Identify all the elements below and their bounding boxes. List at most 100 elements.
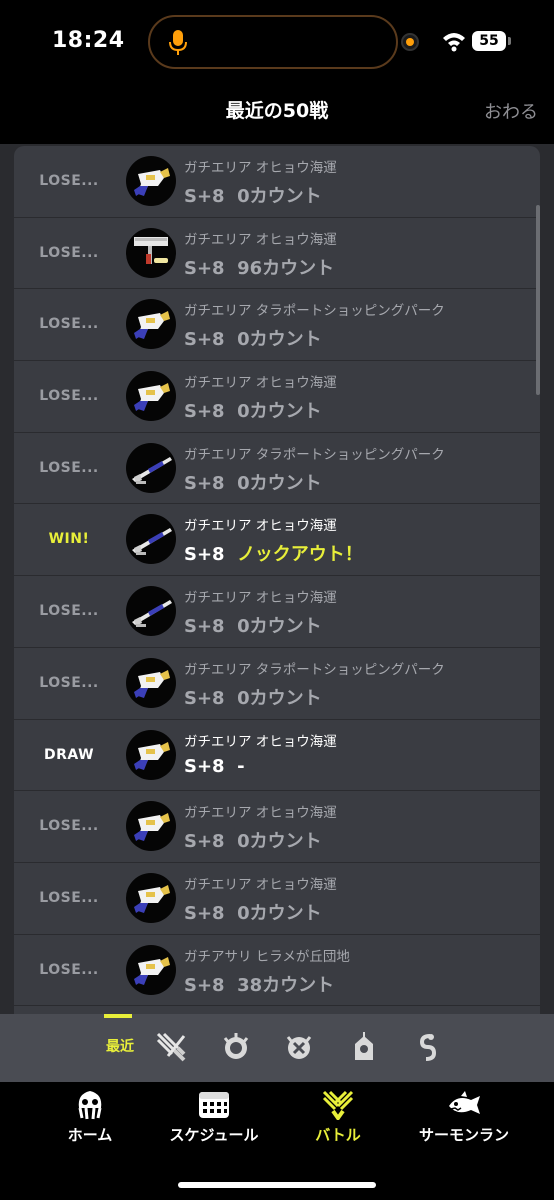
score-label: 0カウント	[237, 831, 322, 853]
battle-row[interactable]: LOSE... ガチエリア タラポートショッピングパーク S+8 0カウント	[14, 433, 540, 505]
nav-item-schedule[interactable]: スケジュール	[154, 1090, 274, 1145]
rank-label: S+8	[184, 687, 225, 709]
nav-item-home[interactable]: ホーム	[30, 1090, 150, 1145]
battle-result: LOSE...	[39, 459, 99, 476]
nav-label: サーモンラン	[418, 1126, 509, 1144]
rank-label: S+8	[184, 616, 225, 638]
battle-icon	[322, 1090, 354, 1120]
charger-icon	[126, 514, 176, 565]
rank-score-line: S+8 0カウント	[184, 612, 322, 638]
score-label: 0カウント	[237, 687, 322, 709]
rank-score-line: S+8 0カウント	[184, 397, 322, 423]
page-title: 最近の50戦	[225, 100, 329, 122]
splattershot-icon	[126, 299, 176, 350]
splattershot-icon	[126, 729, 176, 780]
battle-row[interactable]: LOSE... ガチエリア オヒョウ海運 S+8 0カウント	[14, 863, 540, 935]
status-bar: 18:24 55	[0, 0, 554, 84]
battle-list[interactable]: LOSE... ガチエリア オヒョウ海運 S+8 0カウント LOSE... ガチエリア…	[14, 146, 540, 1014]
battle-row[interactable]: LOSE... ガチエリア オヒョウ海運 S+8 0カウント	[14, 791, 540, 863]
mode-stage-label: ガチエリア オヒョウ海運	[184, 733, 337, 750]
splattershot-icon	[126, 944, 176, 995]
rank-score-line: S+8 0カウント	[184, 899, 322, 925]
rank-label: S+8	[184, 544, 225, 566]
rank-score-line: S+8 0カウント	[184, 827, 322, 853]
battle-row[interactable]: LOSE... ガチエリア オヒョウ海運 S+8 96カウント	[14, 218, 540, 290]
battle-row[interactable]: LOSE... ガチエリア オヒョウ海運 S+8 0カウント	[14, 146, 540, 218]
squid-icon	[78, 1091, 102, 1120]
rank-label: S+8	[184, 401, 225, 423]
score-label: 0カウント	[237, 186, 322, 207]
score-label: 0カウント	[237, 902, 322, 924]
score-label: 38カウント	[237, 974, 335, 996]
battle-result: LOSE...	[39, 961, 99, 978]
score-label: 96カウント	[237, 257, 335, 279]
rank-score-line: S+8 96カウント	[184, 254, 334, 280]
battle-result: LOSE...	[39, 388, 99, 405]
score-label: ノックアウト！	[237, 544, 363, 566]
calendar-icon	[199, 1092, 229, 1118]
battle-row[interactable]: LOSE... ガチエリア オヒョウ海運 S+8 0カウント	[14, 361, 540, 433]
salmon-icon	[449, 1091, 480, 1114]
battle-row[interactable]: LOSE... ガチエリア タラポートショッピングパーク S+8 0カウント	[14, 648, 540, 720]
battle-row[interactable]: DRAW ガチエリア オヒョウ海運 S+8 -	[14, 720, 540, 792]
splattershot-icon	[126, 872, 176, 923]
charger-icon	[126, 586, 176, 637]
rank-label: S+8	[184, 755, 225, 777]
mode-stage-label: ガチアサリ ヒラメが丘団地	[184, 948, 350, 965]
rank-score-line: S+8 0カウント	[184, 469, 322, 495]
battle-result: LOSE...	[39, 818, 99, 835]
mode-stage-label: ガチエリア オヒョウ海運	[184, 160, 337, 176]
mode-stage-label: ガチエリア オヒョウ海運	[184, 590, 337, 607]
rank-score-line: S+8 ノックアウト！	[184, 540, 363, 566]
battle-result: LOSE...	[39, 889, 99, 906]
rank-score-line: S+8 -	[184, 756, 245, 777]
nav-item-salmon-run[interactable]: サーモンラン	[404, 1090, 524, 1145]
tab-recent[interactable]: 最近	[100, 1014, 140, 1064]
battle-row[interactable]: WIN! ガチエリア オヒョウ海運 S+8 ノックアウト！	[14, 504, 540, 577]
mode-stage-label: ガチエリア オヒョウ海運	[184, 518, 337, 535]
mode-stage-label: ガチエリア オヒョウ海運	[184, 375, 337, 392]
battle-result: LOSE...	[39, 173, 99, 189]
regular-battle-icon[interactable]	[154, 1030, 188, 1064]
mode-stage-label: ガチエリア タラポートショッピングパーク	[184, 303, 445, 320]
header: 最近の50戦 おわる	[0, 84, 554, 144]
private-battle-icon[interactable]	[347, 1030, 381, 1064]
score-label: 0カウント	[237, 329, 322, 351]
salmon-hook-icon[interactable]	[410, 1030, 444, 1064]
dynamic-island	[148, 15, 398, 69]
score-label: 0カウント	[237, 616, 322, 638]
rank-label: S+8	[184, 329, 225, 351]
rank-label: S+8	[184, 472, 225, 494]
rank-label: S+8	[184, 902, 225, 924]
rank-score-line: S+8 0カウント	[184, 325, 322, 351]
battle-row[interactable]: LOSE... ガチエリア オヒョウ海運 S+8 0カウント	[14, 576, 540, 648]
rank-label: S+8	[184, 831, 225, 853]
nav-label: スケジュール	[169, 1126, 259, 1144]
status-time: 18:24	[52, 28, 125, 53]
rank-score-line: S+8 0カウント	[184, 684, 322, 710]
rank-label: S+8	[184, 974, 225, 996]
battle-result: DRAW	[43, 746, 95, 763]
score-label: 0カウント	[237, 401, 322, 423]
league-battle-icon[interactable]	[282, 1030, 316, 1064]
mode-stage-label: ガチエリア タラポートショッピングパーク	[184, 446, 445, 463]
home-indicator[interactable]	[178, 1182, 376, 1188]
rank-label: S+8	[184, 186, 225, 207]
close-button[interactable]: おわる	[484, 98, 538, 124]
ranked-battle-icon[interactable]	[219, 1030, 253, 1064]
rank-score-line: S+8 0カウント	[184, 182, 322, 208]
battle-result: LOSE...	[39, 674, 99, 691]
battle-row[interactable]: LOSE... ガチエリア タラポートショッピングパーク S+8 0カウント	[14, 289, 540, 362]
battle-row[interactable]: LOSE... ガチアサリ ヒラメが丘団地 S+8 38カウント	[14, 935, 540, 1007]
battery-icon: 55	[472, 31, 511, 51]
mode-stage-label: ガチエリア オヒョウ海運	[184, 876, 337, 893]
rank-label: S+8	[184, 257, 225, 279]
battle-result: LOSE...	[39, 316, 99, 333]
splattershot-icon	[126, 371, 176, 422]
score-label: -	[237, 755, 245, 777]
nav-label: ホーム	[67, 1126, 113, 1144]
nav-item-battle[interactable]: バトル	[278, 1090, 398, 1145]
scrollbar[interactable]	[536, 205, 540, 395]
battle-result: LOSE...	[39, 244, 99, 261]
splattershot-icon	[126, 657, 176, 708]
